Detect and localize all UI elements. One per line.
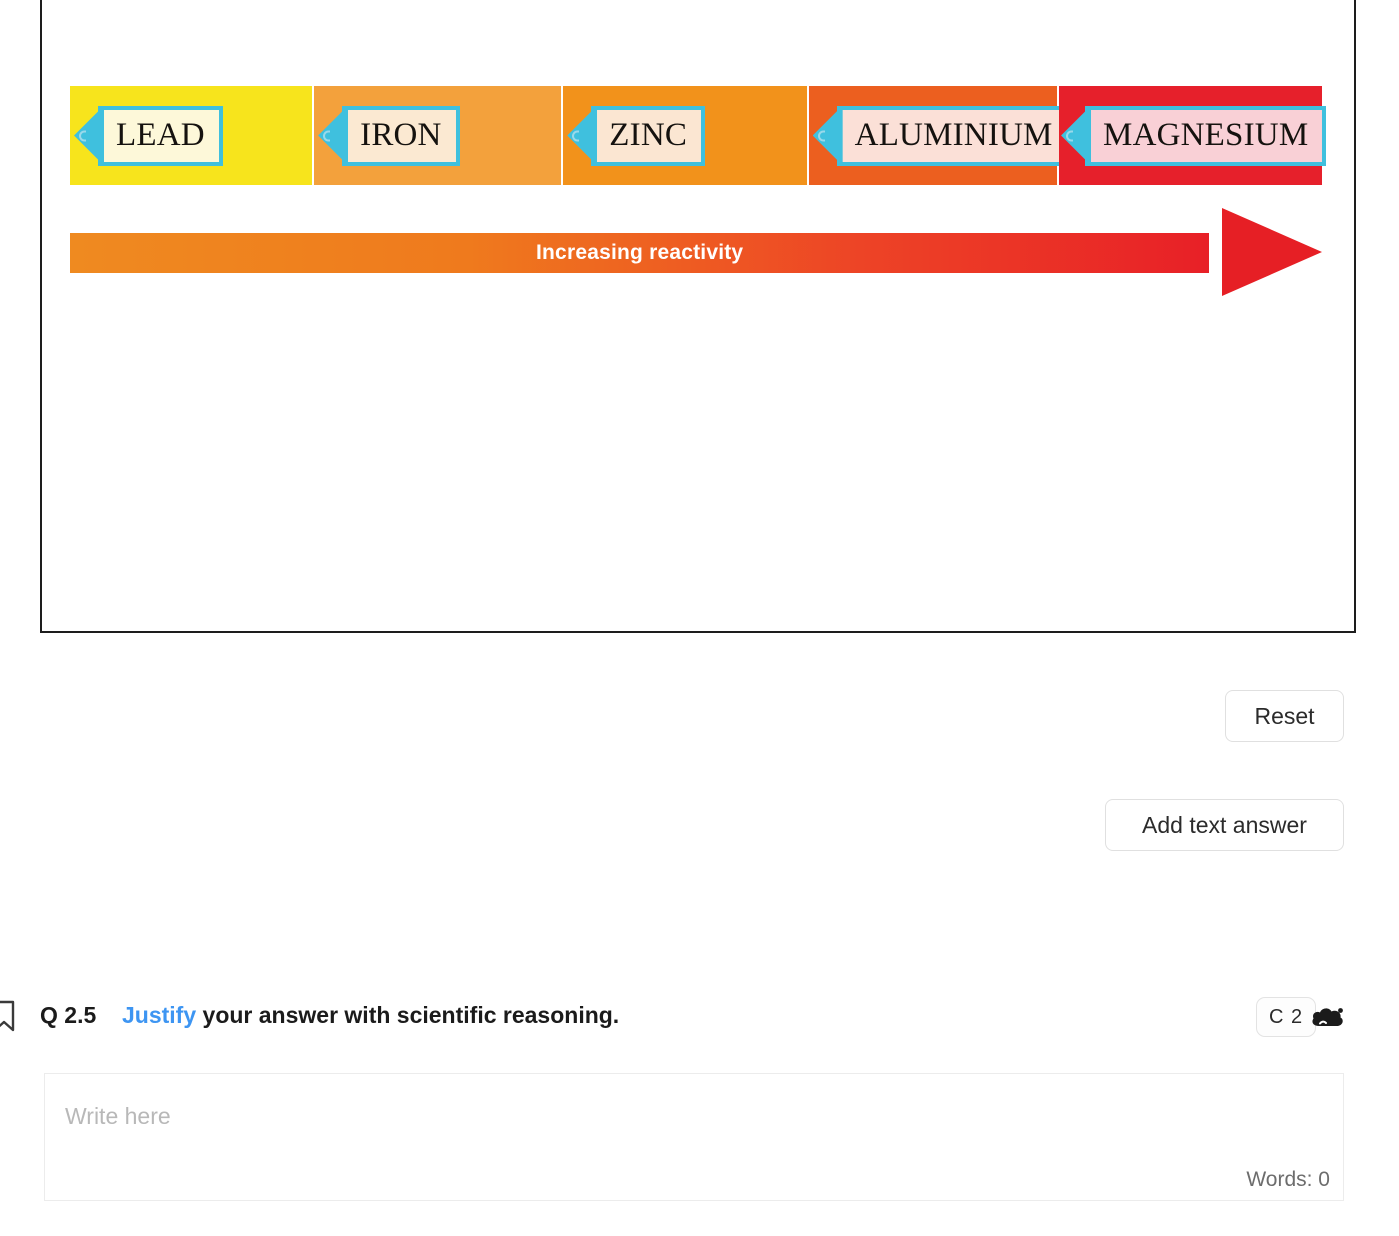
tag-pointer-icon [318, 105, 349, 166]
arrow-head-icon [1222, 208, 1322, 296]
question-row: Q 2.5 Justify your answer with scientifi… [0, 997, 1399, 1037]
arrow-label: Increasing reactivity [536, 241, 744, 264]
tag-plate-zinc: ZINC [591, 105, 706, 166]
metal-label-aluminium: ALUMINIUM [854, 117, 1053, 153]
metal-tag-lead[interactable]: LEAD [74, 105, 223, 166]
tag-pointer-icon [812, 105, 843, 166]
tag-pointer-icon [74, 105, 104, 166]
metal-label-zinc: ZINC [609, 117, 688, 153]
tag-plate-magnesium: MAGNESIUM [1085, 105, 1327, 166]
metal-label-iron: IRON [360, 117, 442, 153]
segment-iron: IRON [314, 86, 564, 185]
reactivity-series-figure: LEAD IRON ZINC ALUMINIUM MAGNESIUM Incre… [70, 86, 1327, 296]
question-verb: Justify [122, 1002, 197, 1028]
metal-label-magnesium: MAGNESIUM [1103, 117, 1309, 153]
metal-label-lead: LEAD [116, 117, 205, 153]
metal-tag-magnesium[interactable]: MAGNESIUM [1061, 105, 1327, 166]
cloud-icon[interactable] [1310, 1004, 1346, 1032]
tag-plate-lead: LEAD [98, 105, 223, 166]
reactivity-segments: LEAD IRON ZINC ALUMINIUM MAGNESIUM [70, 86, 1327, 185]
segment-zinc: ZINC [563, 86, 809, 185]
question-rest: your answer with scientific reasoning. [196, 1002, 620, 1028]
segment-magnesium: MAGNESIUM [1059, 86, 1327, 185]
tag-pointer-icon [567, 105, 598, 166]
question-text: Justify your answer with scientific reas… [122, 1002, 619, 1029]
word-count: Words: 0 [1246, 1168, 1330, 1191]
tag-plate-iron: IRON [342, 105, 460, 166]
increasing-reactivity-arrow: Increasing reactivity [70, 208, 1322, 296]
credit-badge: C 2 [1256, 997, 1316, 1037]
metal-tag-aluminium[interactable]: ALUMINIUM [812, 105, 1071, 166]
question-number: Q 2.5 [40, 1002, 97, 1028]
segment-lead: LEAD [70, 86, 315, 185]
bookmark-icon[interactable] [0, 1000, 17, 1032]
reset-button[interactable]: Reset [1225, 690, 1344, 742]
metal-tag-iron[interactable]: IRON [318, 105, 460, 166]
segment-aluminium: ALUMINIUM [808, 86, 1071, 185]
metal-tag-zinc[interactable]: ZINC [567, 105, 706, 166]
add-text-answer-button[interactable]: Add text answer [1105, 799, 1344, 851]
tag-plate-aluminium: ALUMINIUM [836, 105, 1071, 166]
answer-placeholder: Write here [65, 1103, 171, 1129]
reactivity-diagram-panel: LEAD IRON ZINC ALUMINIUM MAGNESIUM Incre… [40, 0, 1356, 633]
answer-textarea[interactable]: Write here Words: 0 [44, 1073, 1344, 1201]
tag-pointer-icon [1061, 105, 1092, 166]
